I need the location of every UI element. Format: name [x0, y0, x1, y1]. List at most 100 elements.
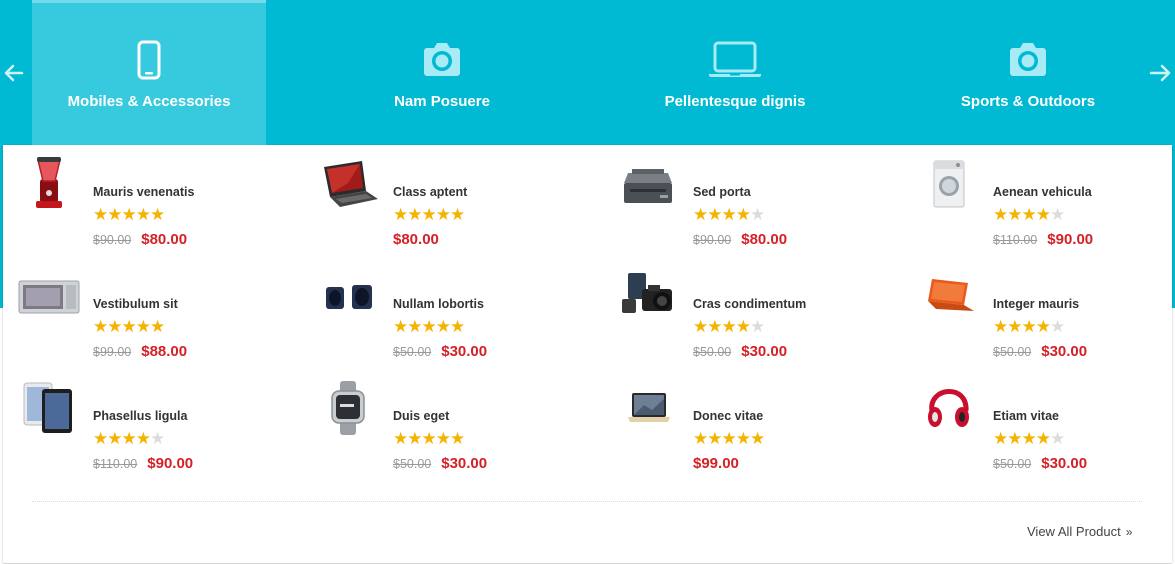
price-block: $110.00 $90.00 [993, 231, 1093, 249]
sale-price: $30.00 [1041, 455, 1088, 472]
product-image-microwave[interactable] [18, 265, 80, 327]
star-icon: ★ [693, 429, 708, 448]
price-block: $90.00 $80.00 [693, 231, 787, 249]
star-icon: ★ [1007, 317, 1022, 336]
star-icon: ★ [107, 429, 122, 448]
rating-stars: ★★★★★ [93, 429, 165, 448]
product-card[interactable]: Phasellus ligula ★★★★★ $110.00 $90.00 [18, 377, 298, 472]
rating-stars: ★★★★★ [393, 317, 465, 336]
product-name[interactable]: Donec vitae [693, 409, 763, 423]
star-icon: ★ [435, 317, 451, 336]
tab-pellentesque-dignis[interactable]: Pellentesque dignis [618, 0, 852, 145]
product-image-washing-machine[interactable] [918, 153, 980, 215]
product-name[interactable]: Etiam vitae [993, 409, 1059, 423]
arrow-left-icon[interactable] [0, 58, 30, 88]
product-name[interactable]: Nullam lobortis [393, 297, 484, 311]
price-block: $99.00 $88.00 [93, 343, 187, 361]
product-name[interactable]: Class aptent [393, 185, 467, 199]
sale-price: $80.00 [393, 231, 439, 248]
star-icon: ★ [1050, 205, 1065, 224]
star-icon: ★ [107, 205, 122, 224]
star-icon: ★ [693, 317, 708, 336]
sale-price: $99.00 [693, 455, 739, 472]
rating-stars: ★★★★★ [993, 429, 1065, 448]
star-icon: ★ [121, 317, 137, 336]
view-all-products-link[interactable]: View All Product » [1027, 524, 1132, 539]
product-card[interactable]: Vestibulum sit ★★★★★ $99.00 $88.00 [18, 265, 298, 360]
product-image-printer[interactable] [618, 153, 680, 215]
star-icon: ★ [1007, 205, 1022, 224]
sale-price: $30.00 [741, 343, 788, 360]
laptop-icon [709, 41, 761, 77]
old-price: $50.00 [393, 457, 432, 471]
double-chevron-right-icon: » [1125, 525, 1133, 539]
price-block: $50.00 $30.00 [993, 343, 1087, 361]
star-icon: ★ [1035, 429, 1051, 448]
rating-stars: ★★★★★ [693, 205, 765, 224]
tab-sports-outdoors[interactable]: Sports & Outdoors [911, 0, 1145, 145]
product-image-headphones[interactable] [918, 377, 980, 439]
price-block: $80.00 [393, 231, 439, 249]
product-image-laptop[interactable] [318, 153, 380, 215]
star-icon: ★ [407, 429, 422, 448]
star-icon: ★ [735, 317, 751, 336]
product-image-speakers[interactable] [318, 265, 380, 327]
old-price: $50.00 [993, 345, 1032, 359]
rating-stars: ★★★★★ [693, 429, 765, 448]
product-card[interactable]: Cras condimentum ★★★★★ $50.00 $30.00 [618, 265, 898, 360]
star-icon: ★ [421, 317, 437, 336]
product-name[interactable]: Cras condimentum [693, 297, 806, 311]
star-icon: ★ [435, 205, 451, 224]
product-name[interactable]: Duis eget [393, 409, 449, 423]
arrow-right-icon[interactable] [1145, 58, 1175, 88]
star-icon: ★ [393, 205, 408, 224]
star-icon: ★ [93, 429, 108, 448]
tab-nam-posuere[interactable]: Nam Posuere [325, 0, 559, 145]
view-all-label: View All Product [1027, 524, 1121, 539]
star-icon: ★ [1050, 317, 1065, 336]
price-block: $90.00 $80.00 [93, 231, 187, 249]
product-name[interactable]: Sed porta [693, 185, 751, 199]
product-card[interactable]: Mauris venenatis ★★★★★ $90.00 $80.00 [18, 153, 298, 248]
star-icon: ★ [750, 429, 765, 448]
old-price: $110.00 [93, 457, 138, 471]
star-icon: ★ [450, 429, 465, 448]
product-card[interactable]: Aenean vehicula ★★★★★ $110.00 $90.00 [918, 153, 1175, 248]
product-image-tablets[interactable] [18, 377, 80, 439]
star-icon: ★ [150, 205, 165, 224]
old-price: $110.00 [993, 233, 1038, 247]
section-divider [32, 501, 1142, 502]
star-icon: ★ [1021, 429, 1037, 448]
product-card[interactable]: Donec vitae ★★★★★ $99.00 [618, 377, 898, 472]
product-name[interactable]: Mauris venenatis [93, 185, 194, 199]
product-image-blender[interactable] [18, 153, 80, 215]
category-tab-bar: Mobiles & Accessories Nam Posuere Pellen… [0, 0, 1175, 145]
tab-mobiles-accessories[interactable]: Mobiles & Accessories [32, 0, 266, 145]
star-icon: ★ [993, 429, 1008, 448]
sale-price: $30.00 [1041, 343, 1088, 360]
old-price: $50.00 [693, 345, 732, 359]
star-icon: ★ [135, 429, 151, 448]
smartphone-icon [137, 40, 161, 80]
product-name[interactable]: Vestibulum sit [93, 297, 178, 311]
price-block: $99.00 [693, 455, 739, 473]
category-label: Sports & Outdoors [960, 93, 1096, 110]
old-price: $90.00 [93, 233, 132, 247]
product-image-macbook[interactable] [618, 377, 680, 439]
product-name[interactable]: Integer mauris [993, 297, 1079, 311]
product-card[interactable]: Class aptent ★★★★★ $80.00 [318, 153, 598, 248]
product-image-smartwatch[interactable] [318, 377, 380, 439]
star-icon: ★ [735, 205, 751, 224]
product-name[interactable]: Phasellus ligula [93, 409, 187, 423]
product-card[interactable]: Etiam vitae ★★★★★ $50.00 $30.00 [918, 377, 1175, 472]
product-card[interactable]: Nullam lobortis ★★★★★ $50.00 $30.00 [318, 265, 598, 360]
star-icon: ★ [1021, 317, 1037, 336]
product-card[interactable]: Duis eget ★★★★★ $50.00 $30.00 [318, 377, 598, 472]
star-icon: ★ [421, 205, 437, 224]
product-image-camera-kit[interactable] [618, 265, 680, 327]
product-image-orange-laptop[interactable] [918, 265, 980, 327]
product-card[interactable]: Integer mauris ★★★★★ $50.00 $30.00 [918, 265, 1175, 360]
product-card[interactable]: Sed porta ★★★★★ $90.00 $80.00 [618, 153, 898, 248]
product-name[interactable]: Aenean vehicula [993, 185, 1092, 199]
star-icon: ★ [1021, 205, 1037, 224]
